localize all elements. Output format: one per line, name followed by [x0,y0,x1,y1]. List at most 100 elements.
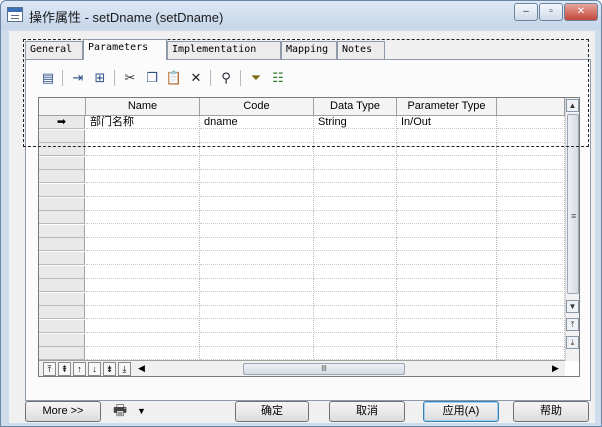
tab-mapping[interactable]: Mapping [281,41,337,59]
cut-icon[interactable]: ✂ [120,68,140,88]
empty-cell[interactable] [497,170,565,184]
add-row-icon[interactable]: ⊞ [90,68,110,88]
row-header[interactable] [39,252,85,265]
empty-cell[interactable] [397,197,497,211]
empty-cell[interactable] [497,279,565,293]
empty-cell[interactable] [397,184,497,197]
column-header-parameter-type[interactable]: Parameter Type [397,98,497,116]
close-button[interactable]: ✕ [564,3,598,21]
empty-cell[interactable] [200,184,314,197]
empty-cell[interactable] [200,292,314,306]
row-header[interactable] [39,211,85,225]
tab-notes[interactable]: Notes [337,41,385,59]
vertical-scroll-thumb[interactable]: ≡ [567,114,579,294]
empty-cell[interactable] [200,143,314,157]
empty-cell[interactable] [497,184,565,197]
empty-cell[interactable] [314,184,397,197]
title-bar[interactable]: 操作属性 - setDname (setDname) – ▫ ✕ [1,1,601,29]
row-header[interactable] [39,292,85,306]
empty-cell[interactable] [86,265,200,279]
empty-cell[interactable] [200,129,314,143]
empty-cell[interactable] [200,156,314,170]
empty-cell[interactable] [497,211,565,225]
copy-icon[interactable]: ❐ [142,68,162,88]
empty-cell[interactable] [497,143,565,157]
empty-cell[interactable] [200,238,314,252]
empty-cell[interactable] [314,143,397,157]
row-header[interactable] [39,156,85,170]
scroll-left-button[interactable]: ◀ [135,362,148,376]
scroll-top-button[interactable]: ⤒ [566,318,579,331]
column-header-data-type[interactable]: Data Type [314,98,397,116]
empty-cell[interactable] [314,238,397,252]
scroll-bottom-button[interactable]: ⤓ [566,336,579,349]
empty-cell[interactable] [397,347,497,361]
row-header[interactable] [39,129,85,143]
empty-cell[interactable] [314,320,397,333]
empty-cell[interactable] [397,224,497,238]
empty-cell[interactable] [86,347,200,361]
empty-cell[interactable] [497,238,565,252]
empty-cell[interactable] [200,333,314,347]
empty-cell[interactable] [497,292,565,306]
empty-cell[interactable] [497,320,565,333]
row-header[interactable] [39,224,85,238]
tab-general[interactable]: General [25,41,83,59]
move-page-up-button[interactable]: ⇞ [58,362,71,376]
empty-cell[interactable] [86,279,200,293]
vertical-scrollbar[interactable]: ▲ ≡ ▼ ⤒ ⤓ [565,98,579,361]
row-header[interactable] [39,143,85,157]
empty-cell[interactable] [86,292,200,306]
scroll-right-button[interactable]: ▶ [549,362,562,376]
empty-cell[interactable] [314,170,397,184]
delete-icon[interactable]: ✕ [186,68,206,88]
empty-cell[interactable] [86,238,200,252]
column-header-name[interactable]: Name [86,98,200,116]
move-up-button[interactable]: ↑ [73,362,86,376]
empty-cell[interactable] [497,129,565,143]
help-button[interactable]: 帮助 [513,401,589,422]
apply-button[interactable]: 应用(A) [423,401,499,422]
move-top-button[interactable]: ⤒ [43,362,56,376]
empty-cell[interactable] [86,252,200,265]
minimize-button[interactable]: – [514,3,538,21]
empty-cell[interactable] [200,320,314,333]
empty-cell[interactable] [200,211,314,225]
empty-cell[interactable] [397,129,497,143]
empty-cell[interactable] [497,252,565,265]
empty-cell[interactable] [397,238,497,252]
parameters-grid[interactable]: Name Code Data Type Parameter Type ➡ 部门名… [38,97,580,377]
empty-cell[interactable] [497,197,565,211]
empty-cell[interactable] [397,279,497,293]
column-header-code[interactable]: Code [200,98,314,116]
cell-parameter-type[interactable]: In/Out [397,116,497,129]
empty-cell[interactable] [497,306,565,320]
empty-cell[interactable] [314,252,397,265]
empty-cell[interactable] [86,211,200,225]
empty-cell[interactable] [200,347,314,361]
empty-cell[interactable] [314,265,397,279]
scroll-down-button[interactable]: ▼ [566,300,579,313]
empty-cell[interactable] [397,156,497,170]
tab-implementation[interactable]: Implementation [167,41,281,59]
empty-cell[interactable] [314,156,397,170]
row-header[interactable] [39,238,85,252]
more-button[interactable]: More >> [25,401,101,422]
empty-cell[interactable] [200,265,314,279]
print-icon[interactable]: 🖶 [113,402,135,420]
row-header[interactable] [39,347,85,361]
cell-data-type[interactable]: String [314,116,397,129]
empty-cell[interactable] [86,129,200,143]
customize-columns-icon[interactable]: ☷ [268,68,288,88]
row-header[interactable] [39,279,85,293]
empty-cell[interactable] [86,224,200,238]
empty-cell[interactable] [200,252,314,265]
empty-cell[interactable] [497,156,565,170]
move-bottom-button[interactable]: ⤓ [118,362,131,376]
cell-empty[interactable] [497,116,565,129]
empty-cell[interactable] [200,224,314,238]
empty-cell[interactable] [86,197,200,211]
empty-cell[interactable] [314,197,397,211]
empty-cell[interactable] [86,333,200,347]
chevron-down-icon[interactable]: ▼ [137,403,149,419]
